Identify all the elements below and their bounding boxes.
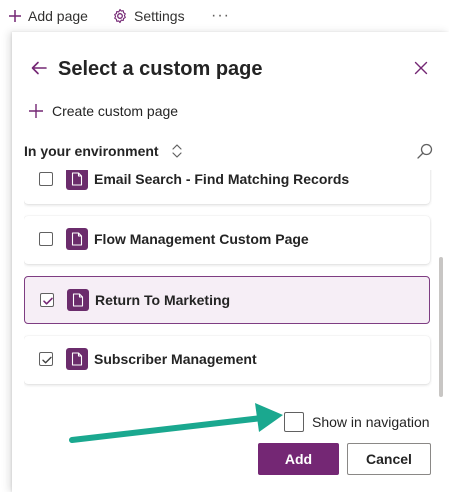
page-name: Return To Marketing <box>95 292 231 308</box>
arrow-left-icon <box>30 59 48 82</box>
settings-button[interactable]: Settings <box>112 5 185 27</box>
show-in-navigation-checkbox[interactable]: Show in navigation <box>284 412 430 432</box>
page-icon <box>66 348 88 370</box>
checkbox[interactable] <box>39 172 53 186</box>
list-item[interactable]: Subscriber Management <box>24 336 430 384</box>
checkmark-icon <box>43 297 53 305</box>
close-icon <box>414 61 428 80</box>
plus-icon <box>28 103 44 119</box>
add-page-label: Add page <box>28 8 88 24</box>
search-icon[interactable] <box>416 142 434 160</box>
page-name: Subscriber Management <box>94 351 257 367</box>
more-options-button[interactable]: ··· <box>211 5 230 27</box>
list-scrollbar[interactable] <box>439 257 443 397</box>
back-button[interactable] <box>28 59 50 81</box>
close-button[interactable] <box>410 59 432 81</box>
app-root: Add page Settings ··· Select a custom pa… <box>0 0 449 492</box>
checkbox-checked[interactable] <box>39 352 53 366</box>
plus-icon <box>8 9 22 23</box>
checkbox-checked[interactable] <box>40 293 54 307</box>
page-name: Email Search - Find Matching Records <box>94 171 350 187</box>
add-button[interactable]: Add <box>258 443 339 475</box>
page-icon <box>67 289 89 311</box>
create-custom-page-button[interactable]: Create custom page <box>28 100 178 122</box>
settings-label: Settings <box>134 8 185 24</box>
background-page-edge <box>0 32 12 492</box>
checkbox[interactable] <box>284 412 304 432</box>
add-page-button[interactable]: Add page <box>8 5 88 27</box>
create-custom-page-label: Create custom page <box>52 103 179 119</box>
filter-row: In your environment <box>24 140 434 162</box>
gear-icon <box>112 8 128 24</box>
command-bar: Add page Settings ··· <box>0 0 449 32</box>
cancel-button[interactable]: Cancel <box>347 443 431 475</box>
list-item-selected[interactable]: Return To Marketing <box>24 276 430 324</box>
list-item[interactable]: Email Search - Find Matching Records <box>24 170 430 204</box>
show-in-navigation-label: Show in navigation <box>312 414 430 430</box>
select-custom-page-panel: Select a custom page Create custom page … <box>12 32 449 492</box>
page-icon <box>66 170 88 190</box>
custom-page-list: Email Search - Find Matching Records Flo… <box>24 170 432 402</box>
more-icon: ··· <box>211 7 230 24</box>
checkmark-icon <box>42 356 52 364</box>
chevron-up-down-icon[interactable] <box>171 143 183 159</box>
page-icon <box>66 228 88 250</box>
page-name: Flow Management Custom Page <box>94 231 309 247</box>
checkbox[interactable] <box>39 232 53 246</box>
environment-filter-label: In your environment <box>24 143 159 159</box>
panel-header: Select a custom page <box>12 54 449 86</box>
panel-title: Select a custom page <box>58 58 263 80</box>
list-item[interactable]: Flow Management Custom Page <box>24 216 430 264</box>
